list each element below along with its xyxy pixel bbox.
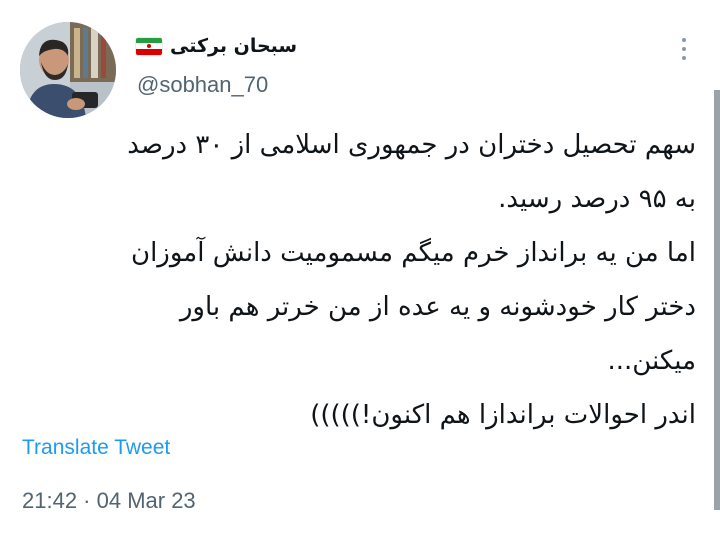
tweet-text: سهم تحصیل دختران در جمهوری اسلامی از ۳۰ … [20, 118, 696, 442]
author-handle[interactable]: @sobhan_70 [137, 72, 268, 98]
tweet-line: میکنن... [607, 346, 696, 376]
tweet-line: سهم تحصیل دختران در جمهوری اسلامی از ۳۰ … [127, 130, 696, 160]
scrollbar[interactable] [714, 90, 720, 510]
avatar[interactable] [20, 22, 116, 118]
avatar-photo [20, 22, 116, 118]
tweet-line: دختر کار خودشونه و یه عده از من خرتر هم … [179, 292, 696, 322]
tweet-line: اما من یه برانداز خرم میگم مسمومیت دانش … [130, 238, 696, 268]
more-vertical-icon[interactable] [672, 34, 696, 64]
author-name-row[interactable]: سبحان برکتی [136, 32, 297, 60]
iran-flag-icon [136, 37, 162, 55]
translate-tweet-link[interactable]: Translate Tweet [22, 436, 170, 460]
author-display-name[interactable]: سبحان برکتی [170, 35, 297, 57]
tweet-line: اندر احوالات براندازا هم اکنون!))))) [310, 400, 696, 430]
tweet-timestamp[interactable]: 21:42 · 04 Mar 23 [22, 488, 196, 514]
tweet-line: به ۹۵ درصد رسید. [498, 184, 696, 214]
